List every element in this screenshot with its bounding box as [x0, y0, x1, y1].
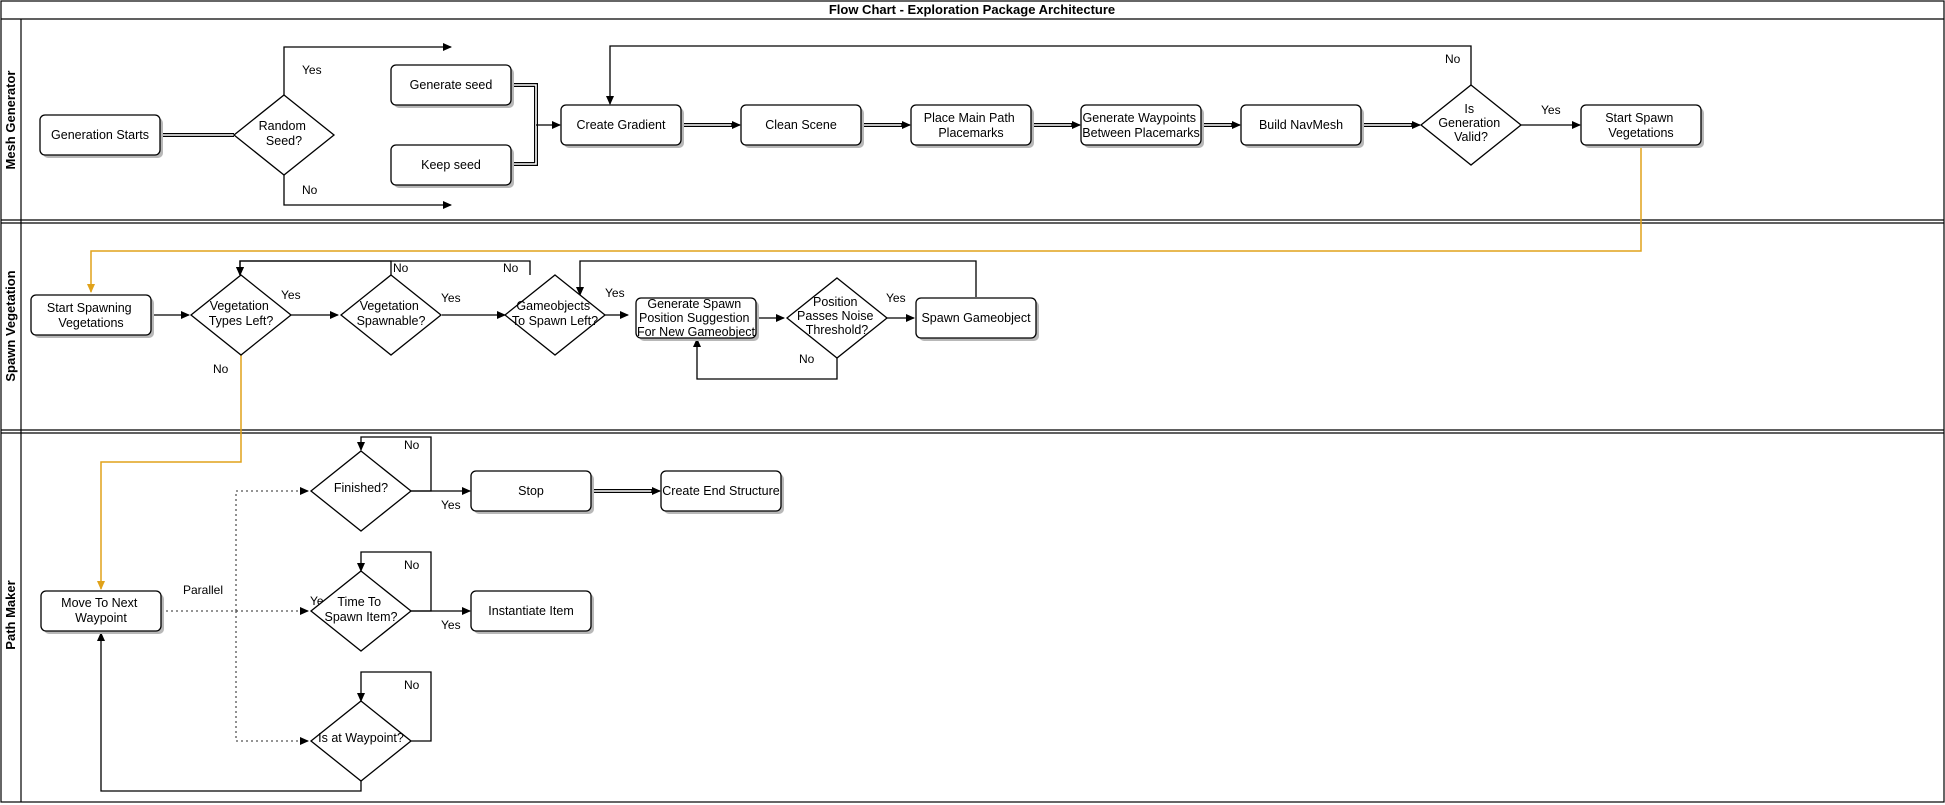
node-place-main-path-placemarks: Place Main Path Placemarks	[910, 104, 1034, 148]
node-generation-starts: Generation Starts	[39, 114, 163, 158]
node-create-end-structure: Create End Structure	[660, 470, 784, 514]
lane-label-spawn-vegetation: Spawn Vegetation	[3, 270, 18, 381]
edge-label-no: No	[302, 183, 318, 197]
node-label: Build NavMesh	[1259, 118, 1343, 132]
node-label: Start Spawn Vegetations	[1605, 111, 1677, 140]
edge-label-yes: Yes	[441, 498, 461, 512]
edge-label-no: No	[213, 362, 229, 376]
decision-finished: Finished?	[309, 450, 413, 532]
decision-is-at-waypoint: Is at Waypoint?	[309, 700, 413, 782]
node-build-navmesh: Build NavMesh	[1240, 104, 1364, 148]
node-label: Instantiate Item	[488, 604, 573, 618]
node-label: Create Gradient	[577, 118, 666, 132]
edge-label-no: No	[393, 261, 409, 275]
edge-label-yes: Yes	[886, 291, 906, 305]
node-label: Is at Waypoint?	[318, 731, 404, 745]
node-label: Random Seed?	[259, 119, 310, 148]
decision-vegetation-spawnable: Vegetation Spawnable?	[339, 274, 443, 356]
decision-is-generation-valid: Is Generation Valid?	[1419, 84, 1523, 166]
node-instantiate-item: Instantiate Item	[470, 590, 594, 634]
node-label: Gameobjects To Spawn Left?	[512, 299, 598, 328]
node-start-spawn-vegetations: Start Spawn Vegetations	[1580, 104, 1704, 148]
node-generate-waypoints: Generate Waypoints Between Placemarks	[1080, 104, 1204, 148]
node-label: Clean Scene	[765, 118, 837, 132]
node-clean-scene: Clean Scene	[740, 104, 864, 148]
node-label: Generate Spawn Position Suggestion For N…	[637, 297, 756, 339]
edge-label-no: No	[404, 438, 420, 452]
node-move-to-next-waypoint: Move To Next Waypoint	[40, 590, 164, 634]
connectors	[87, 43, 1642, 792]
node-label: Generation Starts	[51, 128, 149, 142]
node-label: Spawn Gameobject	[921, 311, 1031, 325]
edge-label-no: No	[404, 678, 420, 692]
node-label: Keep seed	[421, 158, 481, 172]
edge-label-yes: Yes	[605, 286, 625, 300]
edge-label-yes: Yes	[441, 291, 461, 305]
decision-time-to-spawn-item: Time To Spawn Item?	[309, 570, 413, 652]
lane-label-path-maker: Path Maker	[3, 580, 18, 649]
decision-gameobjects-to-spawn-left: Gameobjects To Spawn Left?	[503, 274, 607, 356]
node-label: Finished?	[334, 481, 388, 495]
lane-label-mesh-generator: Mesh Generator	[3, 71, 18, 170]
node-label: Create End Structure	[662, 484, 779, 498]
edge-label-yes: Yes	[441, 618, 461, 632]
edge-label-no: No	[503, 261, 519, 275]
decision-position-passes-noise-threshold: Position Passes Noise Threshold?	[785, 277, 889, 359]
node-start-spawning-vegetations: Start Spawning Vegetations	[30, 294, 154, 338]
edge-label-parallel: Parallel	[183, 583, 223, 597]
node-create-gradient: Create Gradient	[560, 104, 684, 148]
node-keep-seed: Keep seed	[390, 144, 514, 188]
node-generate-spawn-position: Generate Spawn Position Suggestion For N…	[635, 297, 759, 341]
node-label: Generate seed	[410, 78, 493, 92]
diagram-title: Flow Chart - Exploration Package Archite…	[829, 2, 1115, 17]
node-label: Vegetation Types Left?	[209, 299, 274, 328]
decision-random-seed: Random Seed?	[232, 94, 336, 176]
node-generate-seed: Generate seed	[390, 64, 514, 108]
edge-label-yes: Yes	[302, 63, 322, 77]
edge-label-no: No	[799, 352, 815, 366]
edge-label-yes: Yes	[1541, 103, 1561, 117]
node-label: Stop	[518, 484, 544, 498]
edge-label-yes: Yes	[281, 288, 301, 302]
edge-label-no: No	[1445, 52, 1461, 66]
edge-label-no: No	[404, 558, 420, 572]
node-label: Vegetation Spawnable?	[357, 299, 426, 328]
decision-vegetation-types-left: Vegetation Types Left?	[189, 274, 293, 356]
node-spawn-gameobject: Spawn Gameobject	[915, 297, 1039, 341]
node-label: Start Spawning Vegetations	[47, 301, 135, 330]
flowchart-canvas: Flow Chart - Exploration Package Archite…	[0, 0, 1945, 803]
node-label: Generate Waypoints Between Placemarks	[1082, 111, 1199, 140]
node-stop: Stop	[470, 470, 594, 514]
